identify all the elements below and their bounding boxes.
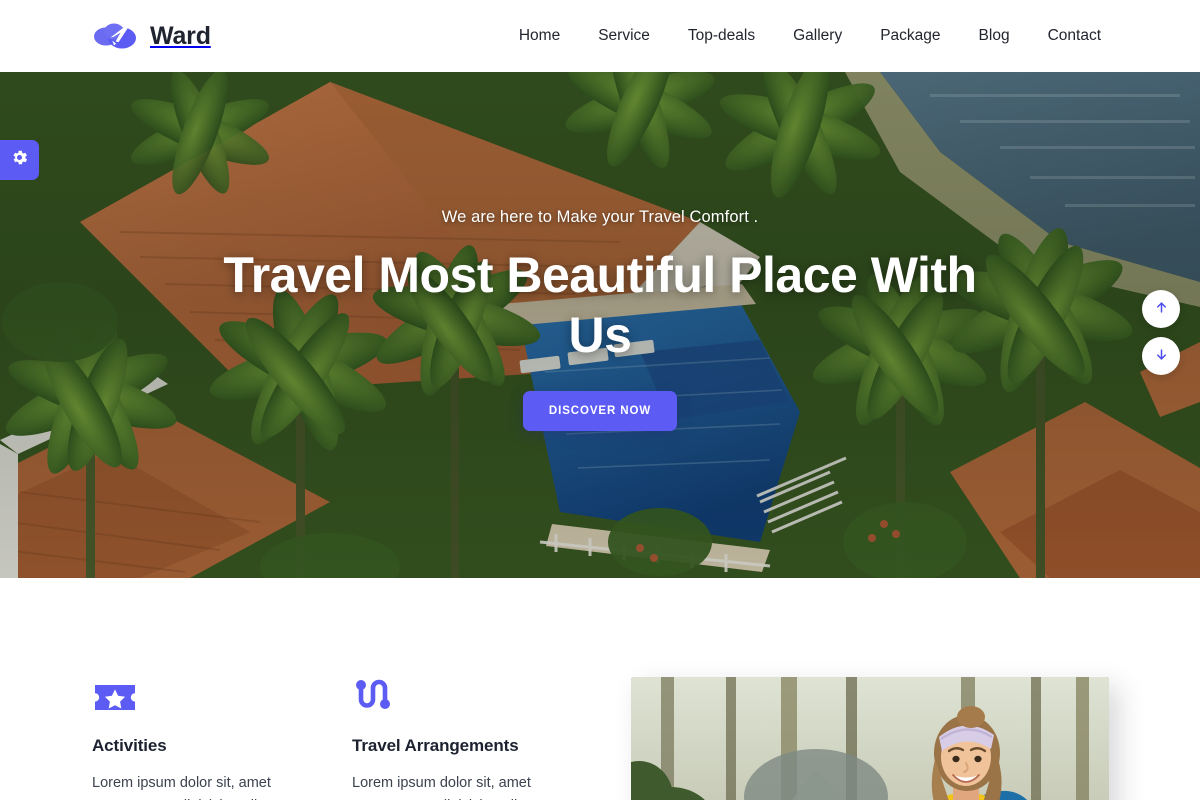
feature-card-activities: Activities Lorem ipsum dolor sit, amet c… [92, 677, 352, 800]
hero-kicker: We are here to Make your Travel Comfort … [441, 208, 759, 226]
feature-title: Activities [92, 736, 167, 755]
feature-description: Lorem ipsum dolor sit, amet consectetur … [92, 775, 302, 800]
gear-icon [10, 148, 29, 172]
feature-title: Travel Arrangements [352, 736, 519, 755]
nav-item-gallery[interactable]: Gallery [774, 21, 861, 51]
feature-media-image [631, 677, 1109, 800]
discover-now-button[interactable]: DISCOVER NOW [522, 391, 678, 431]
features-section: Activities Lorem ipsum dolor sit, amet c… [0, 578, 1200, 800]
arrow-up-icon [1154, 300, 1169, 318]
slider-next-button[interactable] [1142, 337, 1180, 375]
brand-logo[interactable]: Ward [92, 19, 211, 53]
arrow-down-icon [1154, 347, 1169, 365]
feature-description: Lorem ipsum dolor sit, amet consectetur … [352, 775, 562, 800]
hero-content: We are here to Make your Travel Comfort … [0, 72, 1200, 578]
ticket-star-icon [92, 677, 352, 717]
slider-navigation [1142, 290, 1180, 375]
site-header: Ward Home Service Top-deals Gallery Pack… [0, 0, 1200, 72]
route-path-icon [352, 677, 612, 717]
hero-banner: We are here to Make your Travel Comfort … [0, 72, 1200, 578]
settings-toggle-button[interactable] [0, 140, 39, 180]
features-row: Activities Lorem ipsum dolor sit, amet c… [0, 677, 1200, 800]
cloud-plane-logo-icon [92, 19, 140, 53]
nav-item-home[interactable]: Home [500, 21, 579, 51]
nav-item-top-deals[interactable]: Top-deals [669, 21, 774, 51]
nav-item-blog[interactable]: Blog [960, 21, 1029, 51]
nav-item-service[interactable]: Service [579, 21, 669, 51]
brand-name: Ward [150, 21, 211, 50]
feature-card-travel-arrangements: Travel Arrangements Lorem ipsum dolor si… [352, 677, 612, 800]
nav-item-package[interactable]: Package [861, 21, 959, 51]
slider-prev-button[interactable] [1142, 290, 1180, 328]
nav-item-contact[interactable]: Contact [1029, 21, 1120, 51]
main-navigation: Home Service Top-deals Gallery Package B… [500, 21, 1120, 51]
hero-title: Travel Most Beautiful Place With Us [223, 247, 977, 363]
